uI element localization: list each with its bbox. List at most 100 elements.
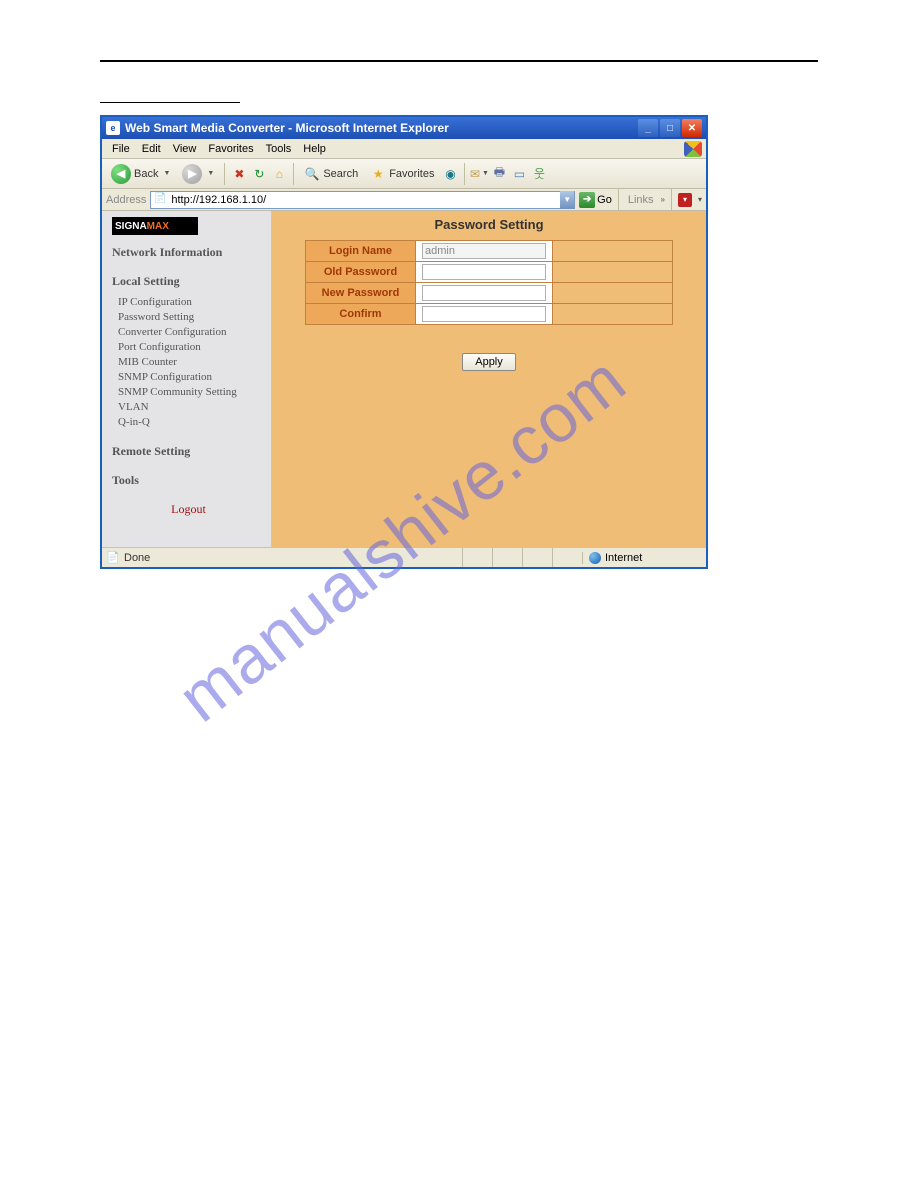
menu-file[interactable]: File [106,141,136,157]
chevron-down-icon[interactable]: ▼ [560,191,574,209]
logout-link[interactable]: Logout [112,502,265,517]
sidebar-item-vlan[interactable]: VLAN [118,400,265,415]
refresh-icon[interactable]: ↻ [251,166,267,182]
window-title: Web Smart Media Converter - Microsoft In… [125,121,638,135]
menu-view[interactable]: View [167,141,203,157]
spacer [553,283,673,304]
new-password-input[interactable] [422,285,546,301]
toolbar-separator [671,189,672,211]
page-icon: 📄 [106,551,120,565]
sidebar-item-qinq[interactable]: Q-in-Q [118,415,265,430]
star-icon: ★ [370,166,386,182]
favorites-label: Favorites [389,168,434,180]
apply-button[interactable]: Apply [462,353,516,371]
back-button[interactable]: ◀ Back ▼ [107,162,174,186]
content-area: SIGNAMAX Network Information Local Setti… [102,211,706,547]
menu-help[interactable]: Help [297,141,332,157]
messenger-icon[interactable]: 웃 [531,166,547,182]
address-url: http://192.168.1.10/ [171,194,557,206]
favorites-button[interactable]: ★ Favorites [366,164,438,184]
pdf-icon[interactable]: ▾ [678,193,692,207]
password-form-table: Login Name Old Password New Password [305,240,673,325]
minimize-button[interactable]: _ [638,119,658,137]
menu-edit[interactable]: Edit [136,141,167,157]
toolbar-separator [293,163,294,185]
status-cell [492,548,522,567]
sidebar-local-list: IP Configuration Password Setting Conver… [118,295,265,430]
status-cell [522,548,552,567]
menu-favorites[interactable]: Favorites [202,141,259,157]
print-icon[interactable]: 🖶 [491,166,507,182]
mail-icon[interactable]: ✉▼ [471,166,487,182]
addressbar: Address 📄 http://192.168.1.10/ ▼ ➔ Go Li… [102,189,706,211]
table-row: New Password [306,283,673,304]
chevron-down-icon: ▼ [163,170,170,177]
page-title: Password Setting [286,217,692,232]
spacer [553,304,673,325]
search-label: Search [323,168,358,180]
table-row: Old Password [306,262,673,283]
table-row: Confirm [306,304,673,325]
old-password-label: Old Password [306,262,416,283]
home-icon[interactable]: ⌂ [271,166,287,182]
stop-icon[interactable]: ✖ [231,166,247,182]
menubar: File Edit View Favorites Tools Help [102,139,706,159]
sidebar-item-port[interactable]: Port Configuration [118,340,265,355]
links-label[interactable]: Links [625,194,657,206]
maximize-button[interactable]: □ [660,119,680,137]
titlebar: e Web Smart Media Converter - Microsoft … [102,117,706,139]
status-cell [552,548,582,567]
sidebar-head-local[interactable]: Local Setting [112,274,265,289]
logo-right: MAX [147,221,169,232]
go-button[interactable]: ➔ Go [579,192,612,208]
confirm-password-label: Confirm [306,304,416,325]
menu-tools[interactable]: Tools [260,141,298,157]
forward-button[interactable]: ▶ ▼ [178,162,218,186]
status-done: Done [124,552,462,564]
zone-label: Internet [605,552,642,564]
sidebar-head-tools[interactable]: Tools [112,473,265,488]
sidebar-item-password[interactable]: Password Setting [118,310,265,325]
forward-arrow-icon: ▶ [182,164,202,184]
globe-icon [589,552,601,564]
search-button[interactable]: 🔍 Search [300,164,362,184]
table-row: Login Name [306,241,673,262]
edit-icon[interactable]: ▭ [511,166,527,182]
toolbar-separator [224,163,225,185]
page-icon: 📄 [154,193,168,207]
confirm-password-input[interactable] [422,306,546,322]
new-password-label: New Password [306,283,416,304]
chevron-down-icon: ▾ [698,195,702,204]
sidebar-item-converter[interactable]: Converter Configuration [118,325,265,340]
login-name-label: Login Name [306,241,416,262]
statusbar: 📄 Done Internet [102,547,706,567]
spacer [553,241,673,262]
search-icon: 🔍 [304,166,320,182]
go-arrow-icon: ➔ [579,192,595,208]
back-arrow-icon: ◀ [111,164,131,184]
sidebar-item-mib[interactable]: MIB Counter [118,355,265,370]
toolbar-separator [618,189,619,211]
top-divider [100,60,818,62]
back-label: Back [134,168,158,180]
close-button[interactable]: ✕ [682,119,702,137]
browser-window: e Web Smart Media Converter - Microsoft … [100,115,708,569]
status-zone: Internet [582,552,702,564]
chevron-down-icon: ▼ [207,170,214,177]
sidebar: SIGNAMAX Network Information Local Setti… [102,211,272,547]
spacer [553,262,673,283]
sidebar-item-snmp-community[interactable]: SNMP Community Setting [118,385,265,400]
page-icon: e [106,121,120,135]
address-label: Address [106,194,146,206]
login-name-input[interactable] [422,243,546,259]
media-icon[interactable]: ◉ [442,166,458,182]
address-input[interactable]: 📄 http://192.168.1.10/ ▼ [150,191,575,209]
go-label: Go [597,194,612,206]
old-password-input[interactable] [422,264,546,280]
sidebar-head-remote[interactable]: Remote Setting [112,444,265,459]
sidebar-item-ip[interactable]: IP Configuration [118,295,265,310]
sidebar-head-network[interactable]: Network Information [112,245,265,260]
main-panel: Password Setting Login Name Old Password… [272,211,706,547]
toolbar-separator [464,163,465,185]
sidebar-item-snmp[interactable]: SNMP Configuration [118,370,265,385]
